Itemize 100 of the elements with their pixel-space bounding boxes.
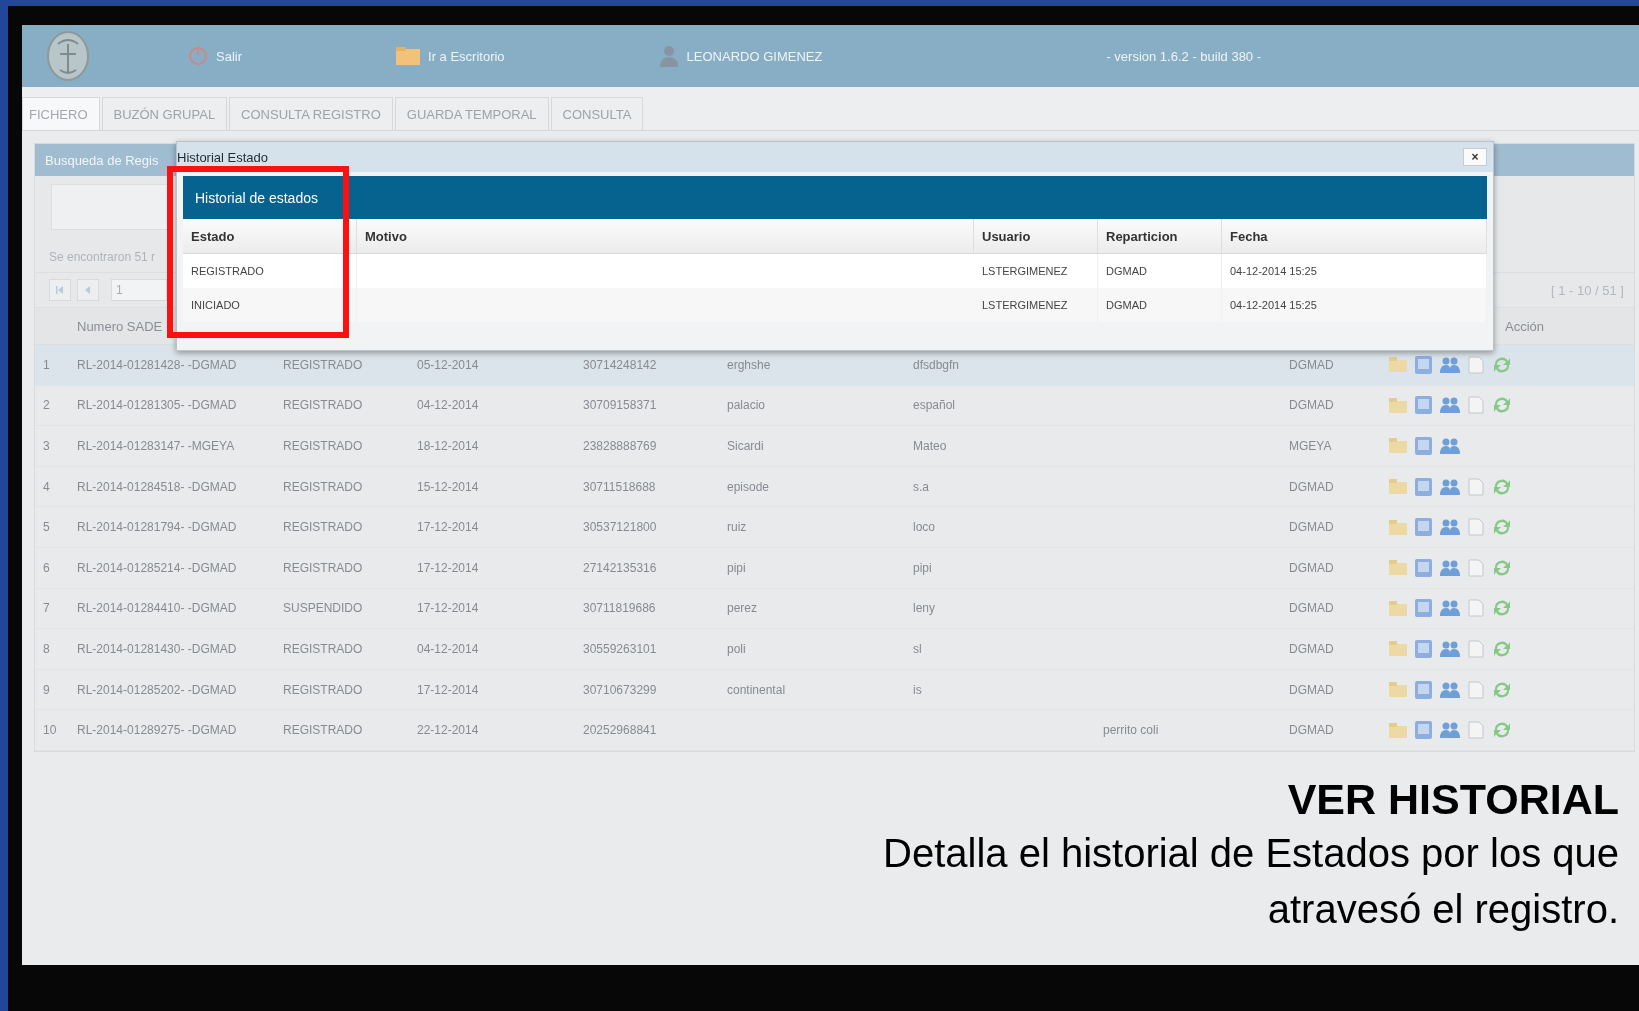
folder-icon[interactable] (1389, 560, 1407, 576)
document-icon[interactable] (1468, 477, 1484, 496)
column-header: Acción (1504, 318, 1546, 334)
folder-icon (396, 47, 420, 65)
note-icon[interactable] (1415, 680, 1432, 699)
close-button[interactable]: × (1463, 148, 1487, 166)
table-cell-text: palacio (726, 398, 767, 413)
folder-icon[interactable] (1389, 682, 1407, 698)
tab[interactable]: GUARDA TEMPORAL (394, 97, 549, 130)
table-cell-text: REGISTRADO (282, 641, 364, 656)
users-icon[interactable] (1440, 681, 1460, 698)
table-cell-text: DGMAD (1288, 641, 1335, 656)
folder-icon[interactable] (1389, 479, 1407, 495)
table-cell-text: 17-12-2014 (416, 520, 480, 535)
table-cell-text: RL-2014-01281305- -DGMAD (76, 398, 238, 413)
table-cell-text: REGISTRADO (282, 520, 364, 535)
document-icon[interactable] (1468, 518, 1484, 537)
table-cell-text: RL-2014-01284518- -DGMAD (76, 479, 238, 494)
row-number: 4 (42, 479, 51, 494)
refresh-icon[interactable] (1492, 680, 1512, 699)
column-header: Numero SADE (76, 318, 164, 334)
table-cell-text: 30537121800 (582, 520, 658, 535)
folder-icon[interactable] (1389, 397, 1407, 413)
folder-icon[interactable] (1389, 357, 1407, 373)
table-cell-text: perez (726, 601, 759, 616)
previous-page-button[interactable] (77, 279, 99, 301)
table-cell-text: DGMAD (1288, 520, 1335, 535)
first-page-button[interactable] (49, 279, 71, 301)
refresh-icon[interactable] (1492, 639, 1512, 658)
tab[interactable]: CONSULTA REGISTRO (229, 97, 393, 130)
table-cell-text: REGISTRADO (282, 357, 364, 372)
folder-icon[interactable] (1389, 641, 1407, 657)
table-cell-text: erghshe (726, 357, 772, 372)
tab[interactable]: CONSULTA (550, 97, 644, 130)
refresh-icon[interactable] (1492, 721, 1512, 740)
power-icon (188, 46, 208, 66)
folder-icon[interactable] (1389, 600, 1407, 616)
note-icon[interactable] (1415, 396, 1432, 415)
users-icon[interactable] (1440, 600, 1460, 617)
table-cell-text: RL-2014-01281794- -DGMAD (76, 520, 238, 535)
table-cell-text: 27142135316 (582, 560, 658, 575)
row-number: 9 (42, 682, 51, 697)
document-icon[interactable] (1468, 680, 1484, 699)
user-icon (658, 45, 679, 67)
users-icon[interactable] (1440, 478, 1460, 495)
table-cell: LSTERGIMENEZ (974, 288, 1098, 322)
users-icon[interactable] (1440, 559, 1460, 576)
tab[interactable]: FICHERO (22, 97, 100, 130)
document-icon[interactable] (1468, 721, 1484, 740)
table-cell-text: 17-12-2014 (416, 560, 480, 575)
users-icon[interactable] (1440, 640, 1460, 657)
note-icon[interactable] (1415, 721, 1432, 740)
refresh-icon[interactable] (1492, 518, 1512, 537)
table-cell-text: 04-12-2014 (416, 398, 480, 413)
header-link[interactable]: Ir a Escritorio (428, 48, 505, 64)
note-icon[interactable] (1415, 639, 1432, 658)
table-cell-text: 05-12-2014 (416, 357, 480, 372)
refresh-icon[interactable] (1492, 599, 1512, 618)
table-cell-text: RL-2014-01281430- -DGMAD (76, 641, 238, 656)
note-icon[interactable] (1415, 437, 1432, 455)
table-cell-text: dfsdbgfn (912, 357, 961, 372)
row-number: 7 (42, 601, 51, 616)
note-icon[interactable] (1415, 599, 1432, 618)
users-icon[interactable] (1440, 722, 1460, 739)
document-icon[interactable] (1468, 355, 1484, 374)
note-icon[interactable] (1415, 477, 1432, 496)
refresh-icon[interactable] (1492, 355, 1512, 374)
row-number: 8 (42, 641, 51, 656)
folder-icon[interactable] (1389, 519, 1407, 535)
page-field[interactable]: 1 (111, 279, 167, 301)
table-cell-text: 30559263101 (582, 641, 658, 656)
note-icon[interactable] (1415, 518, 1432, 537)
refresh-icon[interactable] (1492, 477, 1512, 496)
header-link[interactable]: LEONARDO GIMENEZ (686, 48, 823, 64)
document-icon[interactable] (1468, 396, 1484, 415)
document-icon[interactable] (1468, 558, 1484, 577)
table-cell-text: RL-2014-01285202- -DGMAD (76, 682, 238, 697)
refresh-icon[interactable] (1492, 558, 1512, 577)
row-number: 3 (42, 439, 51, 453)
users-icon[interactable] (1440, 356, 1460, 373)
users-icon[interactable] (1440, 438, 1460, 454)
folder-icon[interactable] (1389, 722, 1407, 738)
document-icon[interactable] (1468, 599, 1484, 618)
header-link[interactable]: Salir (216, 48, 242, 64)
refresh-icon[interactable] (1492, 396, 1512, 415)
document-icon[interactable] (1468, 639, 1484, 658)
folder-icon[interactable] (1389, 438, 1407, 454)
column-header: Motivo (357, 219, 974, 254)
emblem-icon (46, 30, 90, 82)
row-number: 1 (42, 357, 51, 372)
note-icon[interactable] (1415, 558, 1432, 577)
table-cell-text: ruiz (726, 520, 748, 535)
table-cell-text: DGMAD (1288, 601, 1335, 616)
table-cell: DGMAD (1098, 288, 1222, 322)
note-icon[interactable] (1415, 355, 1432, 374)
tab[interactable]: BUZÓN GRUPAL (101, 97, 228, 130)
table-cell-text: 30710673299 (582, 682, 658, 697)
users-icon[interactable] (1440, 397, 1460, 414)
table-cell-text: 04-12-2014 (416, 641, 480, 656)
users-icon[interactable] (1440, 519, 1460, 536)
